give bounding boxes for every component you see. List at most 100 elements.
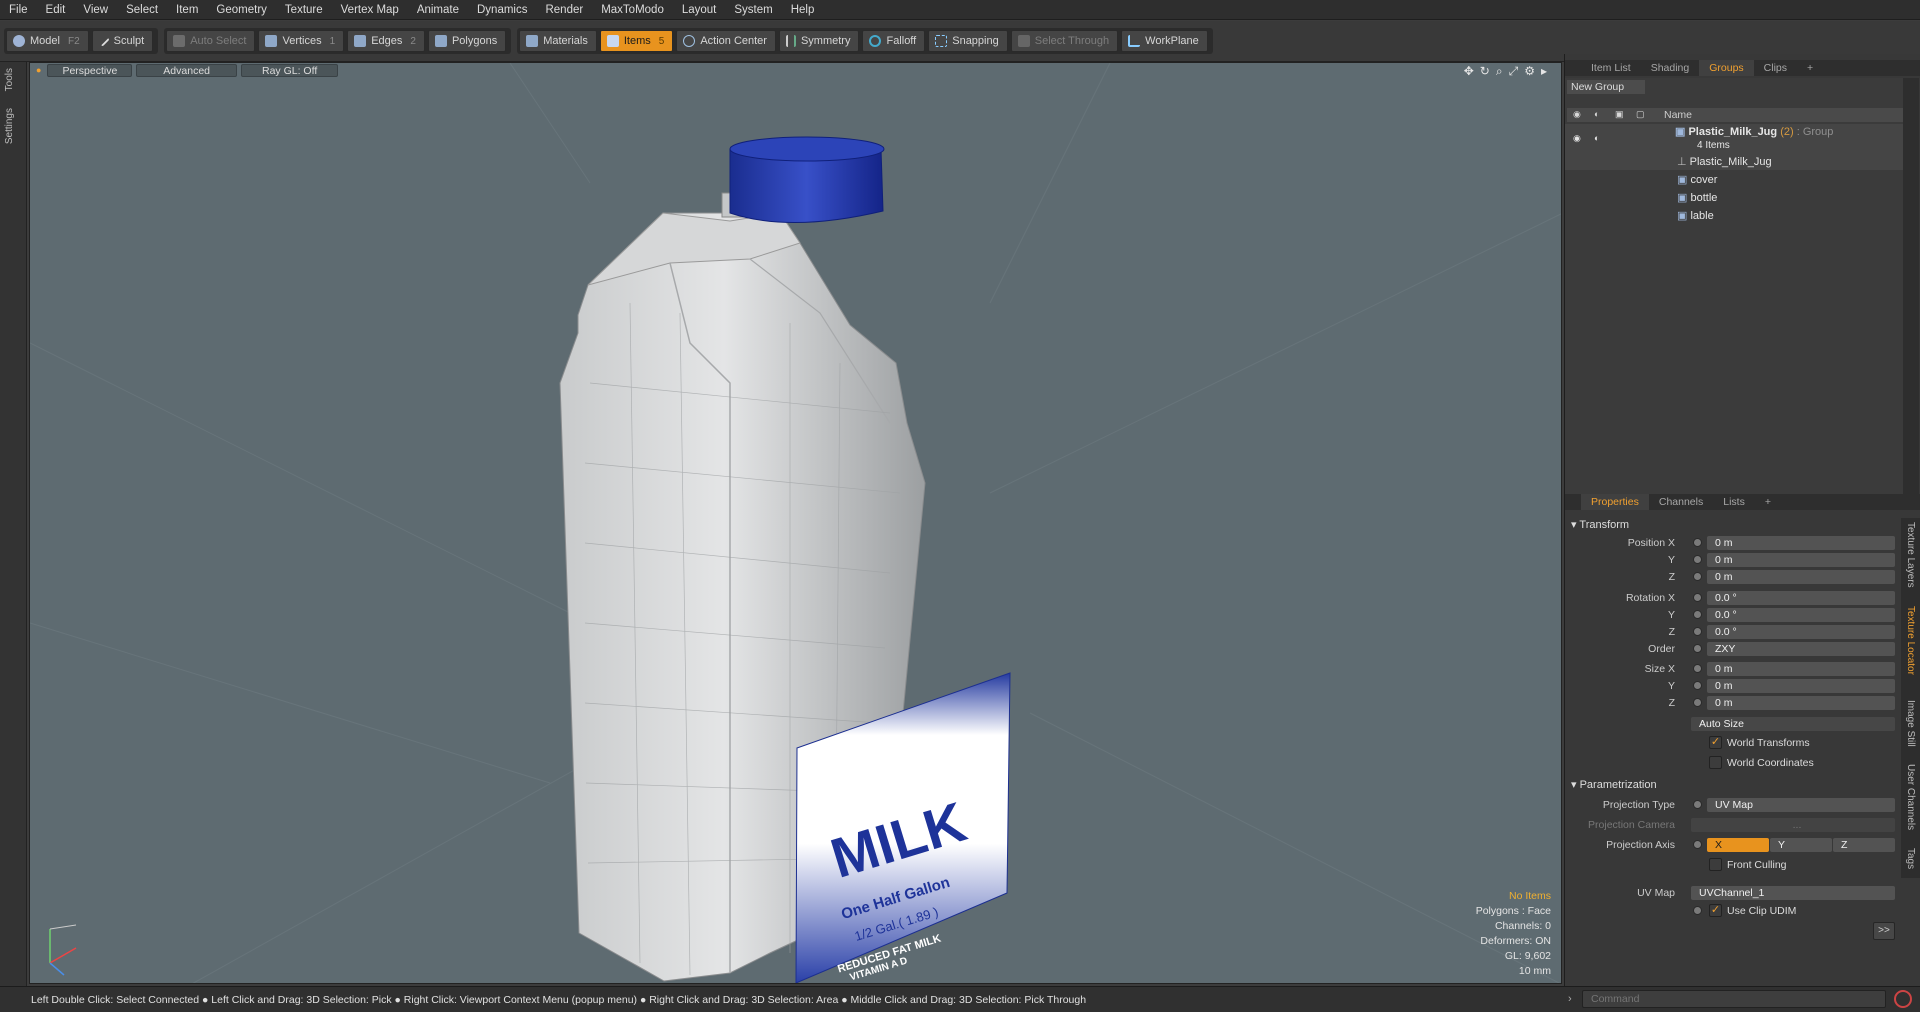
tab-item-list[interactable]: Item List bbox=[1581, 60, 1641, 76]
menu-geometry[interactable]: Geometry bbox=[207, 0, 276, 20]
3d-viewport[interactable]: MILK One Half Gallon 1/2 Gal.( 1.89 ) RE… bbox=[29, 62, 1562, 984]
menu-select[interactable]: Select bbox=[117, 0, 167, 20]
select-through-button[interactable]: Select Through bbox=[1010, 30, 1119, 52]
menu-help[interactable]: Help bbox=[782, 0, 824, 20]
world-transforms-checkbox[interactable]: ✓ bbox=[1709, 736, 1722, 749]
root-render-icon[interactable]: ◐ bbox=[1594, 130, 1599, 146]
axis-x-button[interactable]: X bbox=[1707, 838, 1769, 852]
rotation-y-field[interactable]: 0.0 ° bbox=[1707, 608, 1895, 622]
tab-image-still[interactable]: Image Still bbox=[1905, 700, 1916, 747]
polygons-button[interactable]: Polygons bbox=[427, 30, 507, 52]
axis-y-button[interactable]: Y bbox=[1770, 838, 1832, 852]
falloff-button[interactable]: Falloff bbox=[862, 30, 926, 52]
size-x-field[interactable]: 0 m bbox=[1707, 662, 1895, 676]
expand-button[interactable]: >> bbox=[1873, 922, 1895, 940]
position-y-key[interactable] bbox=[1693, 555, 1702, 564]
new-group-button[interactable]: New Group bbox=[1567, 80, 1645, 94]
rotation-x-field[interactable]: 0.0 ° bbox=[1707, 591, 1895, 605]
order-key[interactable] bbox=[1693, 644, 1702, 653]
rotation-z-field[interactable]: 0.0 ° bbox=[1707, 625, 1895, 639]
tab-texture-locator[interactable]: Texture Locator bbox=[1905, 606, 1916, 675]
projection-camera-dropdown[interactable]: ... bbox=[1691, 818, 1895, 832]
order-dropdown[interactable]: ZXY bbox=[1707, 642, 1895, 656]
size-y-field[interactable]: 0 m bbox=[1707, 679, 1895, 693]
position-z-field[interactable]: 0 m bbox=[1707, 570, 1895, 584]
workplane-button[interactable]: WorkPlane bbox=[1121, 30, 1208, 52]
auto-select-button[interactable]: Auto Select bbox=[166, 30, 256, 52]
position-z-key[interactable] bbox=[1693, 572, 1702, 581]
menu-view[interactable]: View bbox=[74, 0, 117, 20]
size-z-field[interactable]: 0 m bbox=[1707, 696, 1895, 710]
tab-tags[interactable]: Tags bbox=[1905, 848, 1916, 869]
vertices-button[interactable]: Vertices 1 bbox=[258, 30, 345, 52]
menu-animate[interactable]: Animate bbox=[408, 0, 468, 20]
tab-channels[interactable]: Channels bbox=[1649, 494, 1713, 510]
move-icon[interactable]: ✥ bbox=[1464, 64, 1474, 79]
zoom-icon[interactable]: ⌕ bbox=[1496, 64, 1503, 79]
add-tab-icon[interactable]: + bbox=[1797, 60, 1823, 76]
size-x-key[interactable] bbox=[1693, 664, 1702, 673]
perspective-button[interactable]: Perspective bbox=[47, 63, 133, 77]
viewport-menu-icon[interactable]: ● bbox=[36, 65, 41, 75]
menu-file[interactable]: File bbox=[0, 0, 37, 20]
tab-groups[interactable]: Groups bbox=[1699, 60, 1754, 76]
menu-texture[interactable]: Texture bbox=[276, 0, 332, 20]
menu-layout[interactable]: Layout bbox=[673, 0, 726, 20]
command-input[interactable] bbox=[1582, 990, 1886, 1008]
tab-texture-layers[interactable]: Texture Layers bbox=[1905, 522, 1916, 588]
raygl-button[interactable]: Ray GL: Off bbox=[241, 63, 339, 77]
projection-axis-key[interactable] bbox=[1693, 840, 1702, 849]
rotation-z-key[interactable] bbox=[1693, 627, 1702, 636]
tab-user-channels[interactable]: User Channels bbox=[1905, 764, 1916, 830]
sculpt-button[interactable]: Sculpt bbox=[91, 30, 154, 52]
groups-scrollbar[interactable] bbox=[1903, 78, 1919, 496]
advanced-button[interactable]: Advanced bbox=[136, 63, 237, 77]
rotation-y-key[interactable] bbox=[1693, 610, 1702, 619]
parametrization-section[interactable]: ▾ Parametrization bbox=[1571, 778, 1657, 792]
axis-z-button[interactable]: Z bbox=[1833, 838, 1895, 852]
tab-lists[interactable]: Lists bbox=[1713, 494, 1755, 510]
use-clip-udim-checkbox[interactable]: ✓ bbox=[1709, 904, 1722, 917]
projection-type-key[interactable] bbox=[1693, 800, 1702, 809]
position-x-field[interactable]: 0 m bbox=[1707, 536, 1895, 550]
render-icon[interactable]: ◐ bbox=[1594, 109, 1599, 119]
menu-dynamics[interactable]: Dynamics bbox=[468, 0, 536, 20]
tab-properties[interactable]: Properties bbox=[1581, 494, 1649, 510]
transform-section[interactable]: ▾ Transform bbox=[1571, 518, 1629, 532]
position-x-key[interactable] bbox=[1693, 538, 1702, 547]
group-child-4[interactable]: ▣ lable bbox=[1677, 208, 1714, 224]
symmetry-button[interactable]: Symmetry bbox=[778, 30, 860, 52]
tab-clips[interactable]: Clips bbox=[1754, 60, 1797, 76]
add-tab-icon[interactable]: + bbox=[1755, 494, 1781, 510]
position-y-field[interactable]: 0 m bbox=[1707, 553, 1895, 567]
group-child-3[interactable]: ▣ bottle bbox=[1677, 190, 1717, 206]
use-clip-udim-key[interactable] bbox=[1693, 906, 1702, 915]
menu-render[interactable]: Render bbox=[536, 0, 592, 20]
items-button[interactable]: Items 5 bbox=[599, 30, 674, 52]
tab-tools[interactable]: Tools bbox=[4, 68, 15, 91]
tab-shading[interactable]: Shading bbox=[1641, 60, 1700, 76]
size-z-key[interactable] bbox=[1693, 698, 1702, 707]
uv-map-dropdown[interactable]: UVChannel_1 bbox=[1691, 886, 1895, 900]
auto-size-button[interactable]: Auto Size bbox=[1691, 717, 1895, 731]
arrow-right-icon[interactable]: ▸ bbox=[1541, 64, 1547, 79]
menu-vertex-map[interactable]: Vertex Map bbox=[332, 0, 408, 20]
menu-item[interactable]: Item bbox=[167, 0, 207, 20]
maximize-icon[interactable]: ⤢ bbox=[1509, 64, 1519, 79]
action-center-button[interactable]: Action Center bbox=[676, 30, 776, 52]
gear-icon[interactable]: ⚙ bbox=[1524, 64, 1535, 79]
model-button[interactable]: Model F2 bbox=[6, 30, 89, 52]
menu-system[interactable]: System bbox=[725, 0, 781, 20]
rotate-icon[interactable]: ↻ bbox=[1480, 64, 1490, 79]
eye-icon[interactable]: ◉ bbox=[1573, 109, 1581, 120]
snapping-button[interactable]: Snapping bbox=[928, 30, 1008, 52]
menu-maxtomodo[interactable]: MaxToModo bbox=[592, 0, 673, 20]
root-eye-icon[interactable]: ◉ bbox=[1573, 130, 1581, 146]
group-child-1[interactable]: ⊥ Plastic_Milk_Jug bbox=[1677, 154, 1772, 170]
menu-edit[interactable]: Edit bbox=[37, 0, 75, 20]
select-icon[interactable]: ▢ bbox=[1636, 109, 1645, 120]
record-icon[interactable] bbox=[1894, 990, 1912, 1008]
materials-button[interactable]: Materials bbox=[519, 30, 597, 52]
rotation-x-key[interactable] bbox=[1693, 593, 1702, 602]
size-y-key[interactable] bbox=[1693, 681, 1702, 690]
